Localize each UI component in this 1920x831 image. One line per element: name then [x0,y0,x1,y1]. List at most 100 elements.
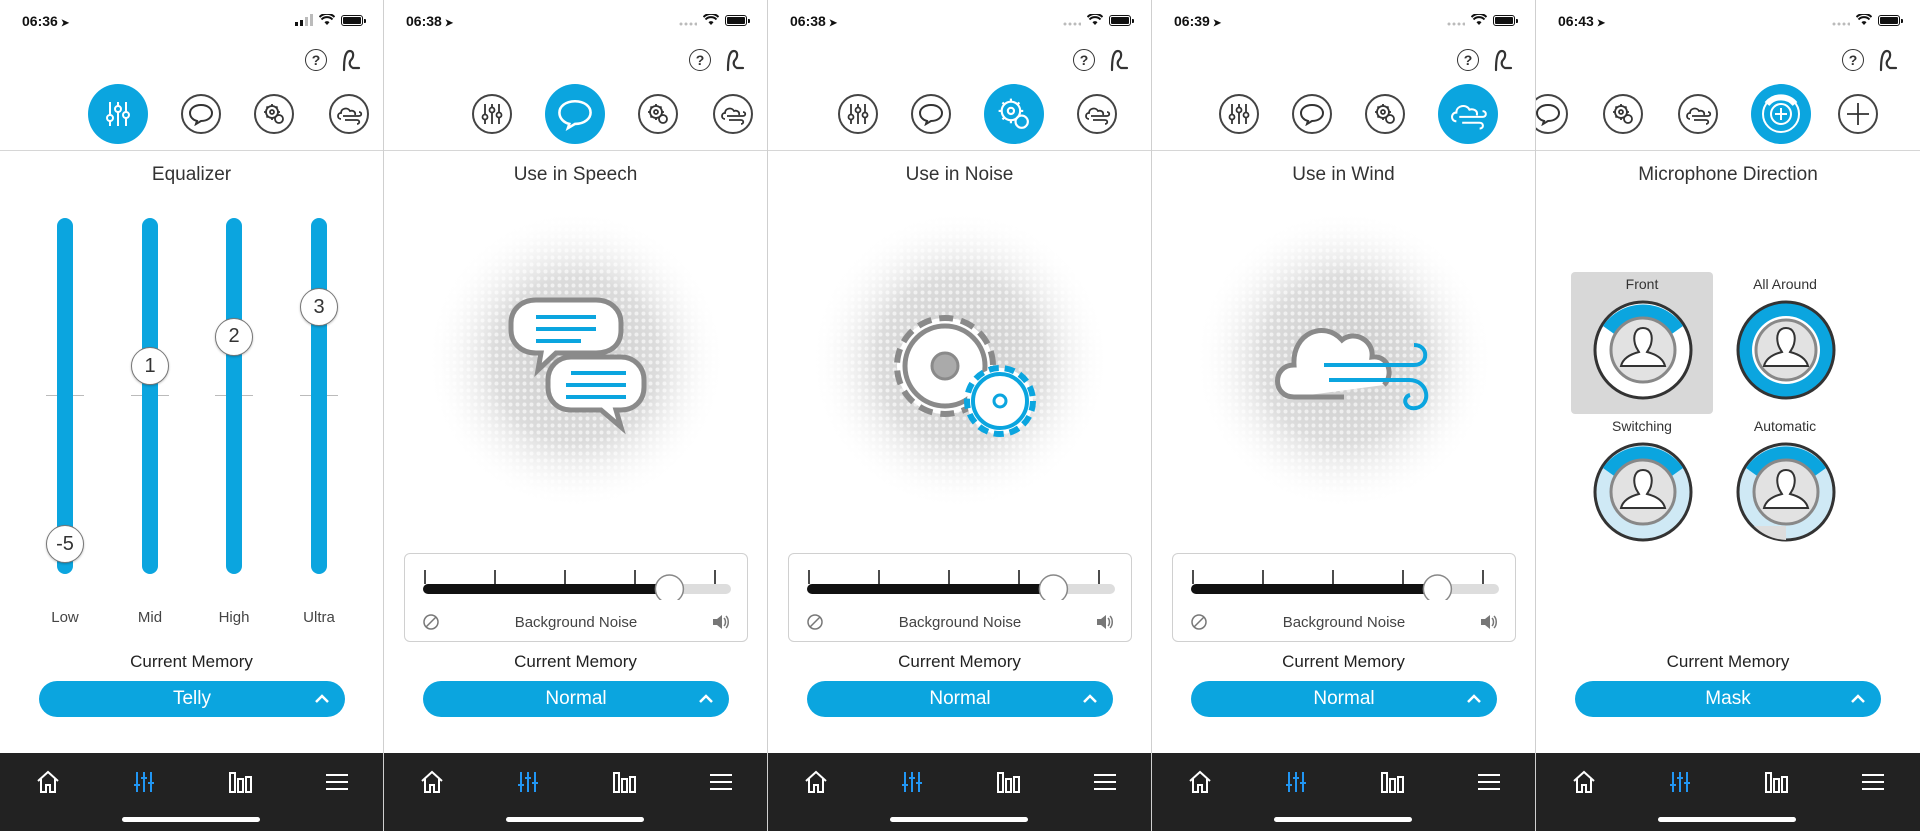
direction-option-switching[interactable]: Switching [1571,414,1713,556]
status-bar: 06:38 ➤ [768,10,1151,32]
gears-icon [648,104,668,124]
home-icon [805,770,827,793]
nav-menu[interactable] [706,767,736,797]
nav-menu[interactable] [1090,767,1120,797]
tab-speech[interactable] [181,94,221,134]
tab-equalizer[interactable] [838,94,878,134]
home-indicator [1658,817,1796,822]
speaker-icon [1097,615,1113,629]
tab-speech[interactable] [1292,94,1332,134]
header-divider [384,150,767,151]
direction-label: Switching [1612,418,1672,434]
nav-equalizer[interactable] [513,767,543,797]
nav-home[interactable] [801,767,831,797]
hearing-aid-icon[interactable] [1491,48,1513,72]
cellular-signal-icon [1063,22,1081,26]
help-icon[interactable]: ? [1842,49,1864,71]
memory-select-button[interactable]: Mask [1575,681,1881,717]
nav-menu[interactable] [1474,767,1504,797]
eq-knob-ultra[interactable]: 3 [300,288,338,326]
nav-home[interactable] [1185,767,1215,797]
eq-label-mid: Mid [137,609,163,626]
speaker-icon [713,615,729,629]
tab-speech[interactable] [1536,94,1568,134]
hearing-aid-icon[interactable] [1876,48,1898,72]
screen-equalizer: 06:36 ➤ ? Equalizer -5 1 2 3 Low Mid Hig… [0,0,384,831]
eq-slider-ultra[interactable] [311,218,327,574]
nav-statistics[interactable] [610,767,640,797]
memory-select-button[interactable]: Telly [39,681,345,717]
bar-chart-icon [1765,772,1788,793]
eq-knob-mid[interactable]: 1 [131,347,169,386]
tab-noise[interactable] [638,94,678,134]
equalizer-icon [1670,772,1690,792]
memory-select-button[interactable]: Normal [423,681,729,717]
hearing-aid-icon[interactable] [1107,48,1129,72]
tab-crosshair[interactable] [1838,94,1878,134]
help-icon[interactable]: ? [689,49,711,71]
hearing-aid-icon[interactable] [723,48,745,72]
current-memory-label: Current Memory [130,652,253,671]
nav-home[interactable] [33,767,63,797]
nav-statistics[interactable] [1762,767,1792,797]
eq-slider-mid[interactable] [142,218,158,574]
tab-wind[interactable] [329,94,369,134]
home-icon [421,770,443,793]
nav-equalizer[interactable] [1281,767,1311,797]
tab-wind[interactable] [713,94,753,134]
memory-select-button[interactable]: Normal [807,681,1113,717]
background-noise-slider[interactable] [807,566,1115,600]
nav-statistics[interactable] [1378,767,1408,797]
nav-home[interactable] [417,767,447,797]
nav-equalizer[interactable] [897,767,927,797]
nav-menu[interactable] [1858,767,1888,797]
tab-wind[interactable] [1077,94,1117,134]
program-tabs [1536,84,1920,144]
help-icon[interactable]: ? [1073,49,1095,71]
tab-equalizer[interactable] [88,84,148,144]
direction-option-front[interactable]: Front [1571,272,1713,414]
help-icon[interactable]: ? [1457,49,1479,71]
nav-menu[interactable] [322,767,352,797]
nav-home[interactable] [1569,767,1599,797]
equalizer-icon [902,772,922,792]
tab-equalizer[interactable] [472,94,512,134]
tab-noise[interactable] [1365,94,1405,134]
home-indicator [506,817,644,822]
tab-wind[interactable] [1678,94,1718,134]
hearing-aid-icon[interactable] [339,48,361,72]
header-divider [1152,150,1535,151]
tab-speech[interactable] [911,94,951,134]
status-time: 06:43 ➤ [1558,13,1606,29]
home-icon [37,770,59,793]
speech-bubble-icon [188,103,214,126]
eq-slider-low[interactable] [57,218,73,574]
status-time: 06:38 ➤ [406,13,454,29]
nav-statistics[interactable] [226,767,256,797]
background-noise-slider[interactable] [1191,566,1499,600]
equalizer-icon [106,102,130,126]
tab-noise[interactable] [984,84,1044,144]
eq-knob-low[interactable]: -5 [46,525,84,564]
tab-mic-direction[interactable] [1751,84,1811,144]
tab-speech[interactable] [545,84,605,144]
tab-wind[interactable] [1438,84,1498,144]
tab-noise[interactable] [254,94,294,134]
nav-equalizer[interactable] [129,767,159,797]
help-icon[interactable]: ? [305,49,327,71]
nav-statistics[interactable] [994,767,1024,797]
status-bar: 06:36 ➤ [0,10,383,32]
direction-option-all-around[interactable]: All Around [1714,272,1856,414]
tab-noise[interactable] [1603,94,1643,134]
tab-equalizer[interactable] [1219,94,1259,134]
eq-slider-high[interactable] [226,218,242,574]
wind-cloud-icon [1450,105,1487,130]
eq-knob-high[interactable]: 2 [215,317,253,356]
home-indicator [890,817,1028,822]
background-noise-slider[interactable] [423,566,731,600]
direction-option-automatic[interactable]: Automatic [1714,414,1856,556]
memory-select-button[interactable]: Normal [1191,681,1497,717]
location-arrow-icon: ➤ [1212,18,1222,29]
nav-equalizer[interactable] [1665,767,1695,797]
eq-label-high: High [218,609,250,626]
